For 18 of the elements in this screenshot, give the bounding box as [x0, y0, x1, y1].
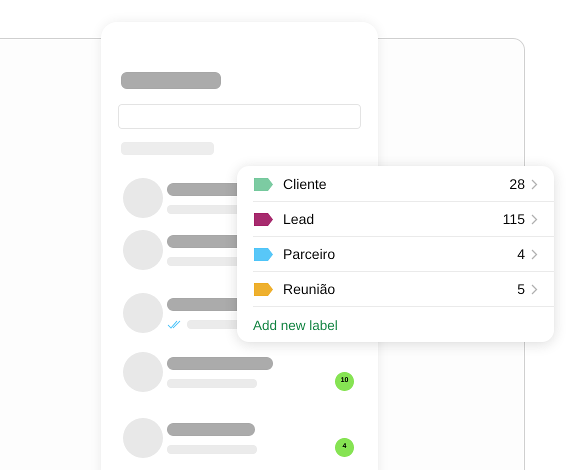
- label-name: Reunião: [283, 280, 336, 298]
- chevron-right-icon: [531, 178, 538, 190]
- label-item[interactable]: Cliente 28: [253, 167, 554, 202]
- label-count: 28: [509, 174, 525, 194]
- label-name: Parceiro: [283, 244, 336, 264]
- label-count: 115: [502, 210, 525, 228]
- chevron-right-icon: [531, 248, 538, 260]
- search-field[interactable]: [118, 104, 361, 129]
- add-label-link[interactable]: Add new label: [253, 316, 338, 336]
- label-count: 4: [517, 244, 525, 264]
- label-name: Cliente: [283, 174, 327, 194]
- label-item[interactable]: Lead 115: [253, 202, 554, 237]
- label-count: 5: [517, 280, 525, 298]
- label-item[interactable]: Reunião 5: [253, 272, 554, 307]
- label-item[interactable]: Parceiro 4: [253, 237, 554, 272]
- chevron-right-icon: [531, 284, 538, 294]
- chevron-right-icon: [531, 214, 538, 224]
- label-name: Lead: [283, 210, 314, 228]
